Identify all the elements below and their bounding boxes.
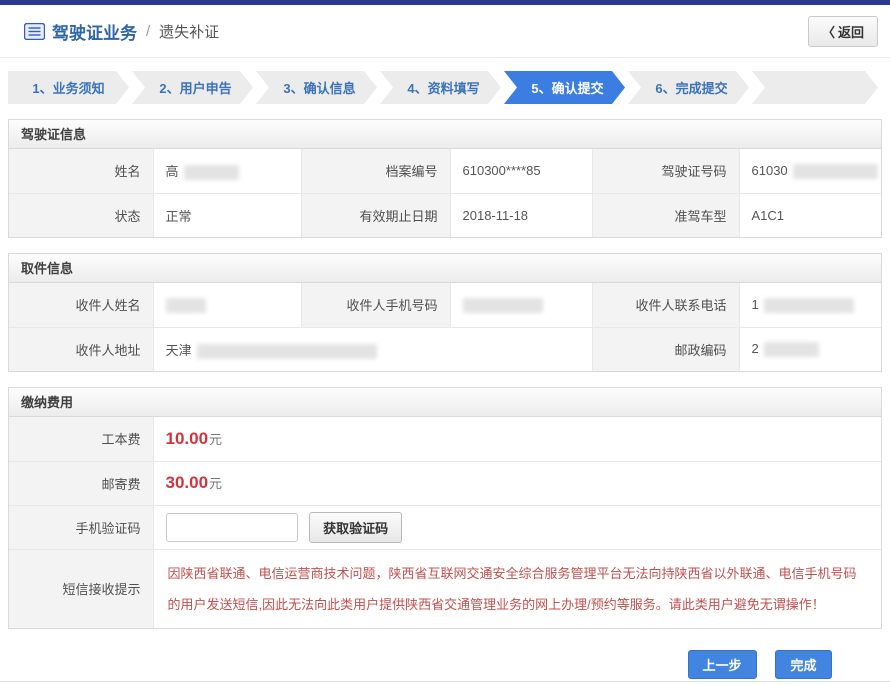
fee-value: 10.00元	[153, 417, 881, 461]
previous-step-button[interactable]: 上一步	[688, 650, 757, 679]
section-title: 缴纳费用	[9, 388, 881, 417]
redacted-blur	[463, 298, 543, 313]
form-actions: 上一步 完成	[0, 650, 832, 679]
field-value: 2	[739, 327, 881, 371]
field-label: 收件人姓名	[9, 283, 153, 327]
sms-code-input[interactable]	[166, 513, 298, 542]
get-verification-code-button[interactable]: 获取验证码	[309, 512, 402, 543]
field-label: 收件人手机号码	[301, 283, 450, 327]
field-value: 高	[153, 149, 301, 193]
step-3-confirm-info: 3、确认信息	[256, 71, 377, 104]
chevron-left-icon: 〈	[822, 22, 835, 41]
field-label: 驾驶证号码	[592, 149, 739, 193]
redacted-blur	[184, 165, 239, 180]
field-value: 2018-11-18	[450, 193, 592, 237]
step-4-fill-data: 4、资料填写	[380, 71, 501, 104]
back-button[interactable]: 〈 返回	[808, 16, 878, 47]
page-header: 驾驶证业务 / 遗失补证 〈 返回	[0, 5, 890, 57]
pickup-info-section: 取件信息 收件人姓名 收件人手机号码 收件人联系电话 1 收件人地址 天津 邮政…	[8, 253, 882, 372]
field-value-text: 1	[752, 297, 759, 312]
field-value-text: 61030	[752, 163, 788, 178]
field-label: 状态	[9, 193, 153, 237]
field-value	[450, 283, 592, 327]
field-label: 邮政编码	[592, 327, 739, 371]
step-label: 3、确认信息	[283, 78, 355, 97]
fee-value: 30.00元	[153, 461, 881, 505]
field-value-text: 2018-11-18	[463, 208, 529, 223]
field-value-text: 天津	[166, 343, 192, 358]
field-label: 短信接收提示	[9, 549, 153, 628]
section-title: 取件信息	[9, 254, 881, 283]
field-value-text: A1C1	[752, 208, 785, 223]
field-label: 姓名	[9, 149, 153, 193]
fees-table: 工本费 10.00元 邮寄费 30.00元 手机验证码 获取验证码 短信接收提示…	[9, 417, 881, 628]
field-label: 准驾车型	[592, 193, 739, 237]
table-row: 收件人地址 天津 邮政编码 2	[9, 327, 881, 371]
field-value: 正常	[153, 193, 301, 237]
back-button-label: 返回	[838, 22, 864, 41]
table-row: 短信接收提示 因陕西省联通、电信运营商技术问题，陕西省互联网交通安全综合服务管理…	[9, 549, 881, 628]
field-value: 61030	[739, 149, 881, 193]
list-icon	[24, 23, 45, 40]
table-row: 姓名 高 档案编号 610300****85 驾驶证号码 61030	[9, 149, 881, 193]
field-label: 手机验证码	[9, 505, 153, 549]
redacted-blur	[793, 164, 878, 179]
field-value-text: 610300****85	[463, 163, 541, 178]
breadcrumb-separator: /	[146, 23, 150, 40]
step-label: 4、资料填写	[407, 78, 479, 97]
sms-notice-cell: 因陕西省联通、电信运营商技术问题，陕西省互联网交通安全综合服务管理平台无法向持陕…	[153, 549, 881, 628]
step-label: 5、确认提交	[531, 78, 603, 97]
step-1-notice: 1、业务须知	[8, 71, 129, 104]
license-info-table: 姓名 高 档案编号 610300****85 驾驶证号码 61030 状态 正常…	[9, 149, 881, 237]
field-label: 档案编号	[301, 149, 450, 193]
table-row: 手机验证码 获取验证码	[9, 505, 881, 549]
field-value-text: 2	[752, 341, 759, 356]
redacted-blur	[764, 298, 854, 313]
redacted-blur	[197, 344, 377, 359]
step-label: 6、完成提交	[655, 78, 727, 97]
step-2-declaration: 2、用户申告	[132, 71, 253, 104]
step-label: 2、用户申告	[159, 78, 231, 97]
table-row: 状态 正常 有效期止日期 2018-11-18 准驾车型 A1C1	[9, 193, 881, 237]
finish-button[interactable]: 完成	[775, 650, 832, 679]
step-6-complete: 6、完成提交	[628, 71, 749, 104]
field-value-text: 高	[166, 164, 179, 179]
redacted-blur	[764, 342, 819, 357]
field-value: 天津	[153, 327, 592, 371]
table-row: 收件人姓名 收件人手机号码 收件人联系电话 1	[9, 283, 881, 327]
breadcrumb: 驾驶证业务 / 遗失补证	[24, 19, 219, 44]
step-wizard: 1、业务须知 2、用户申告 3、确认信息 4、资料填写 5、确认提交 6、完成提…	[8, 71, 882, 104]
field-label: 收件人地址	[9, 327, 153, 371]
table-row: 邮寄费 30.00元	[9, 461, 881, 505]
section-title: 驾驶证信息	[9, 120, 881, 149]
redacted-blur	[166, 298, 206, 313]
page-title: 驾驶证业务	[52, 19, 137, 44]
fee-unit: 元	[209, 476, 222, 491]
field-label: 收件人联系电话	[592, 283, 739, 327]
fee-amount: 10.00	[166, 429, 209, 448]
fees-section: 缴纳费用 工本费 10.00元 邮寄费 30.00元 手机验证码 获取验证码 短…	[8, 387, 882, 629]
pickup-info-table: 收件人姓名 收件人手机号码 收件人联系电话 1 收件人地址 天津 邮政编码 2	[9, 283, 881, 371]
step-bar-filler	[752, 71, 878, 104]
field-value: 610300****85	[450, 149, 592, 193]
sms-notice-text: 因陕西省联通、电信运营商技术问题，陕西省互联网交通安全综合服务管理平台无法向持陕…	[168, 566, 857, 612]
license-info-section: 驾驶证信息 姓名 高 档案编号 610300****85 驾驶证号码 61030…	[8, 119, 882, 238]
field-value: A1C1	[739, 193, 881, 237]
field-label: 邮寄费	[9, 461, 153, 505]
sms-code-cell: 获取验证码	[153, 505, 881, 549]
fee-unit: 元	[209, 432, 222, 447]
field-value	[153, 283, 301, 327]
page-subtitle: 遗失补证	[159, 21, 219, 42]
step-label: 1、业务须知	[32, 78, 104, 97]
field-value: 1	[739, 283, 881, 327]
fee-amount: 30.00	[166, 473, 209, 492]
table-row: 工本费 10.00元	[9, 417, 881, 461]
field-label: 有效期止日期	[301, 193, 450, 237]
field-value-text: 正常	[166, 209, 192, 224]
header-divider	[0, 57, 890, 58]
page: 驾驶证业务 / 遗失补证 〈 返回 1、业务须知 2、用户申告 3、确认信息 4…	[0, 0, 890, 685]
footer-divider	[0, 681, 890, 682]
field-label: 工本费	[9, 417, 153, 461]
step-5-confirm-submit: 5、确认提交	[504, 71, 625, 104]
